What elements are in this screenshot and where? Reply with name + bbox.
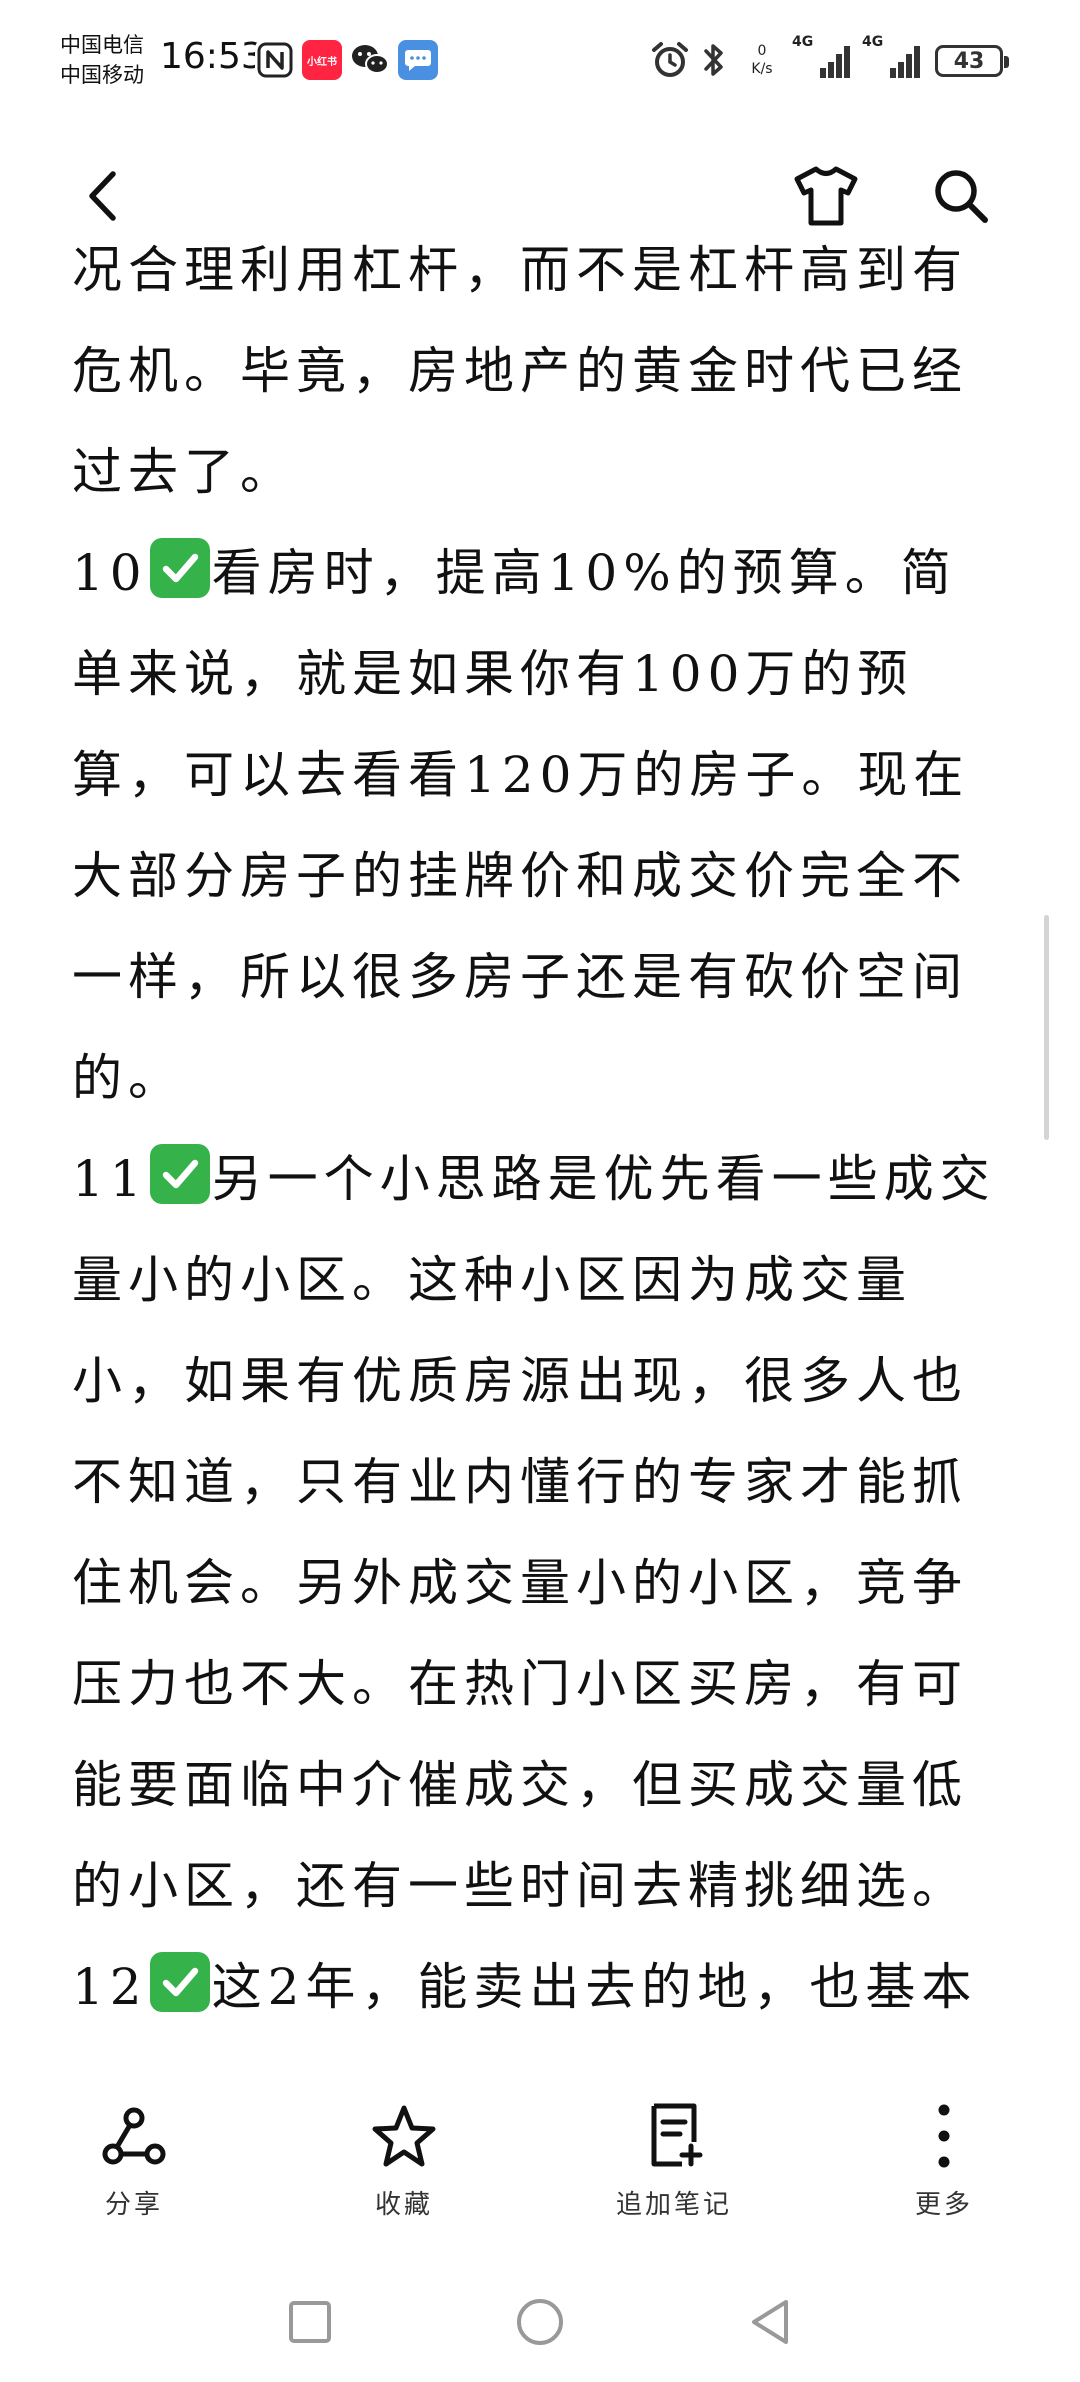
paragraph-continued: 况合理利用杠杆，而不是杠杆高到有危机。毕竟，房地产的黄金时代已经过去了。 [72, 238, 1012, 523]
home-button[interactable] [510, 2292, 570, 2352]
paragraph-text: 另一个小思路是优先看一些成交量小的小区。这种小区因为成交量小，如果有优质房源出现… [72, 1150, 996, 1915]
net-speed-value: 0 [757, 43, 767, 59]
list-item-11: 11 另一个小思路是优先看一些成交量小的小区。这种小区因为成交量小，如果有优质房源… [72, 1129, 1012, 1937]
message-icon [398, 40, 438, 80]
share-icon [102, 2107, 166, 2165]
more-label: 更多 [914, 2190, 973, 2220]
carrier-1: 中国电信 [60, 33, 144, 57]
favorite-button[interactable]: 收藏 [304, 2100, 504, 2221]
xhs-badge-text: 小红书 [307, 56, 337, 68]
status-bar: 中国电信 中国移动 16:53 小红书 0 K/s 4G 4G 43 [0, 0, 1080, 120]
favorite-label: 收藏 [374, 2190, 433, 2220]
list-item-10: 10 看房时，提高10%的预算。简单来说，就是如果你有100万的预算，可以去看看1… [72, 523, 1012, 1129]
bluetooth-icon [700, 36, 728, 84]
scrollbar[interactable] [1044, 915, 1049, 1140]
nfc-icon [255, 40, 295, 80]
back-button[interactable] [68, 160, 140, 232]
item-number: 12 [72, 1958, 148, 2016]
xiaohongshu-icon: 小红书 [302, 40, 342, 80]
circle-icon [517, 2299, 563, 2345]
triangle-back-icon [752, 2300, 788, 2344]
check-mark-icon [149, 538, 210, 598]
more-button[interactable]: 更多 [844, 2100, 1044, 2221]
signal-4g-icon-1: 4G [792, 34, 854, 84]
list-item-12: 12这2年，能卖出去的地，也基本在主城区或者好板块。就算你不能一 [72, 1937, 1012, 2046]
add-note-label: 追加笔记 [615, 2190, 732, 2220]
paragraph-text: 看房时，提高10%的预算。简单来说，就是如果你有100万的预算，可以去看看120… [72, 544, 970, 1107]
system-navigation-bar [0, 2270, 1080, 2382]
signal-4g-icon-2: 4G [862, 34, 924, 84]
item-number: 10 [72, 544, 148, 602]
article-body: 况合理利用杠杆，而不是杠杆高到有危机。毕竟，房地产的黄金时代已经过去了。 10 看… [72, 238, 1012, 2046]
bottom-toolbar: 分享 收藏 追加笔记 更多 [0, 2060, 1080, 2260]
network-speed: 0 K/s [742, 36, 782, 84]
recent-apps-button[interactable] [280, 2292, 340, 2352]
wechat-icon [350, 40, 390, 80]
add-note-button[interactable]: 追加笔记 [574, 2100, 774, 2221]
system-back-button[interactable] [740, 2292, 800, 2352]
clock: 16:53 [160, 36, 264, 77]
share-label: 分享 [104, 2190, 163, 2220]
theme-button[interactable] [790, 160, 862, 232]
chevron-left-icon [89, 171, 116, 221]
battery-level: 43 [953, 48, 985, 74]
net-speed-unit: K/s [751, 61, 773, 77]
search-button[interactable] [925, 160, 997, 232]
check-mark-icon [149, 1952, 210, 2012]
star-icon [372, 2105, 436, 2167]
paragraph-text: 况合理利用杠杆，而不是杠杆高到有危机。毕竟，房地产的黄金时代已经过去了。 [72, 241, 968, 501]
carrier-info: 中国电信 中国移动 [60, 30, 144, 90]
square-icon [289, 2301, 331, 2343]
battery-indicator: 43 [935, 45, 1009, 77]
note-add-icon [651, 2103, 703, 2167]
item-number: 11 [72, 1150, 148, 1208]
check-mark-icon [149, 1144, 210, 1204]
share-button[interactable]: 分享 [34, 2100, 234, 2221]
signal-2-label: 4G [862, 34, 884, 50]
signal-1-label: 4G [792, 34, 814, 50]
carrier-2: 中国移动 [60, 63, 144, 87]
alarm-icon [650, 36, 690, 84]
article-content[interactable]: 况合理利用杠杆，而不是杠杆高到有危机。毕竟，房地产的黄金时代已经过去了。 10 看… [0, 238, 1080, 2046]
tshirt-icon [794, 166, 858, 226]
more-vertical-icon [938, 2104, 950, 2168]
search-icon [935, 170, 988, 223]
